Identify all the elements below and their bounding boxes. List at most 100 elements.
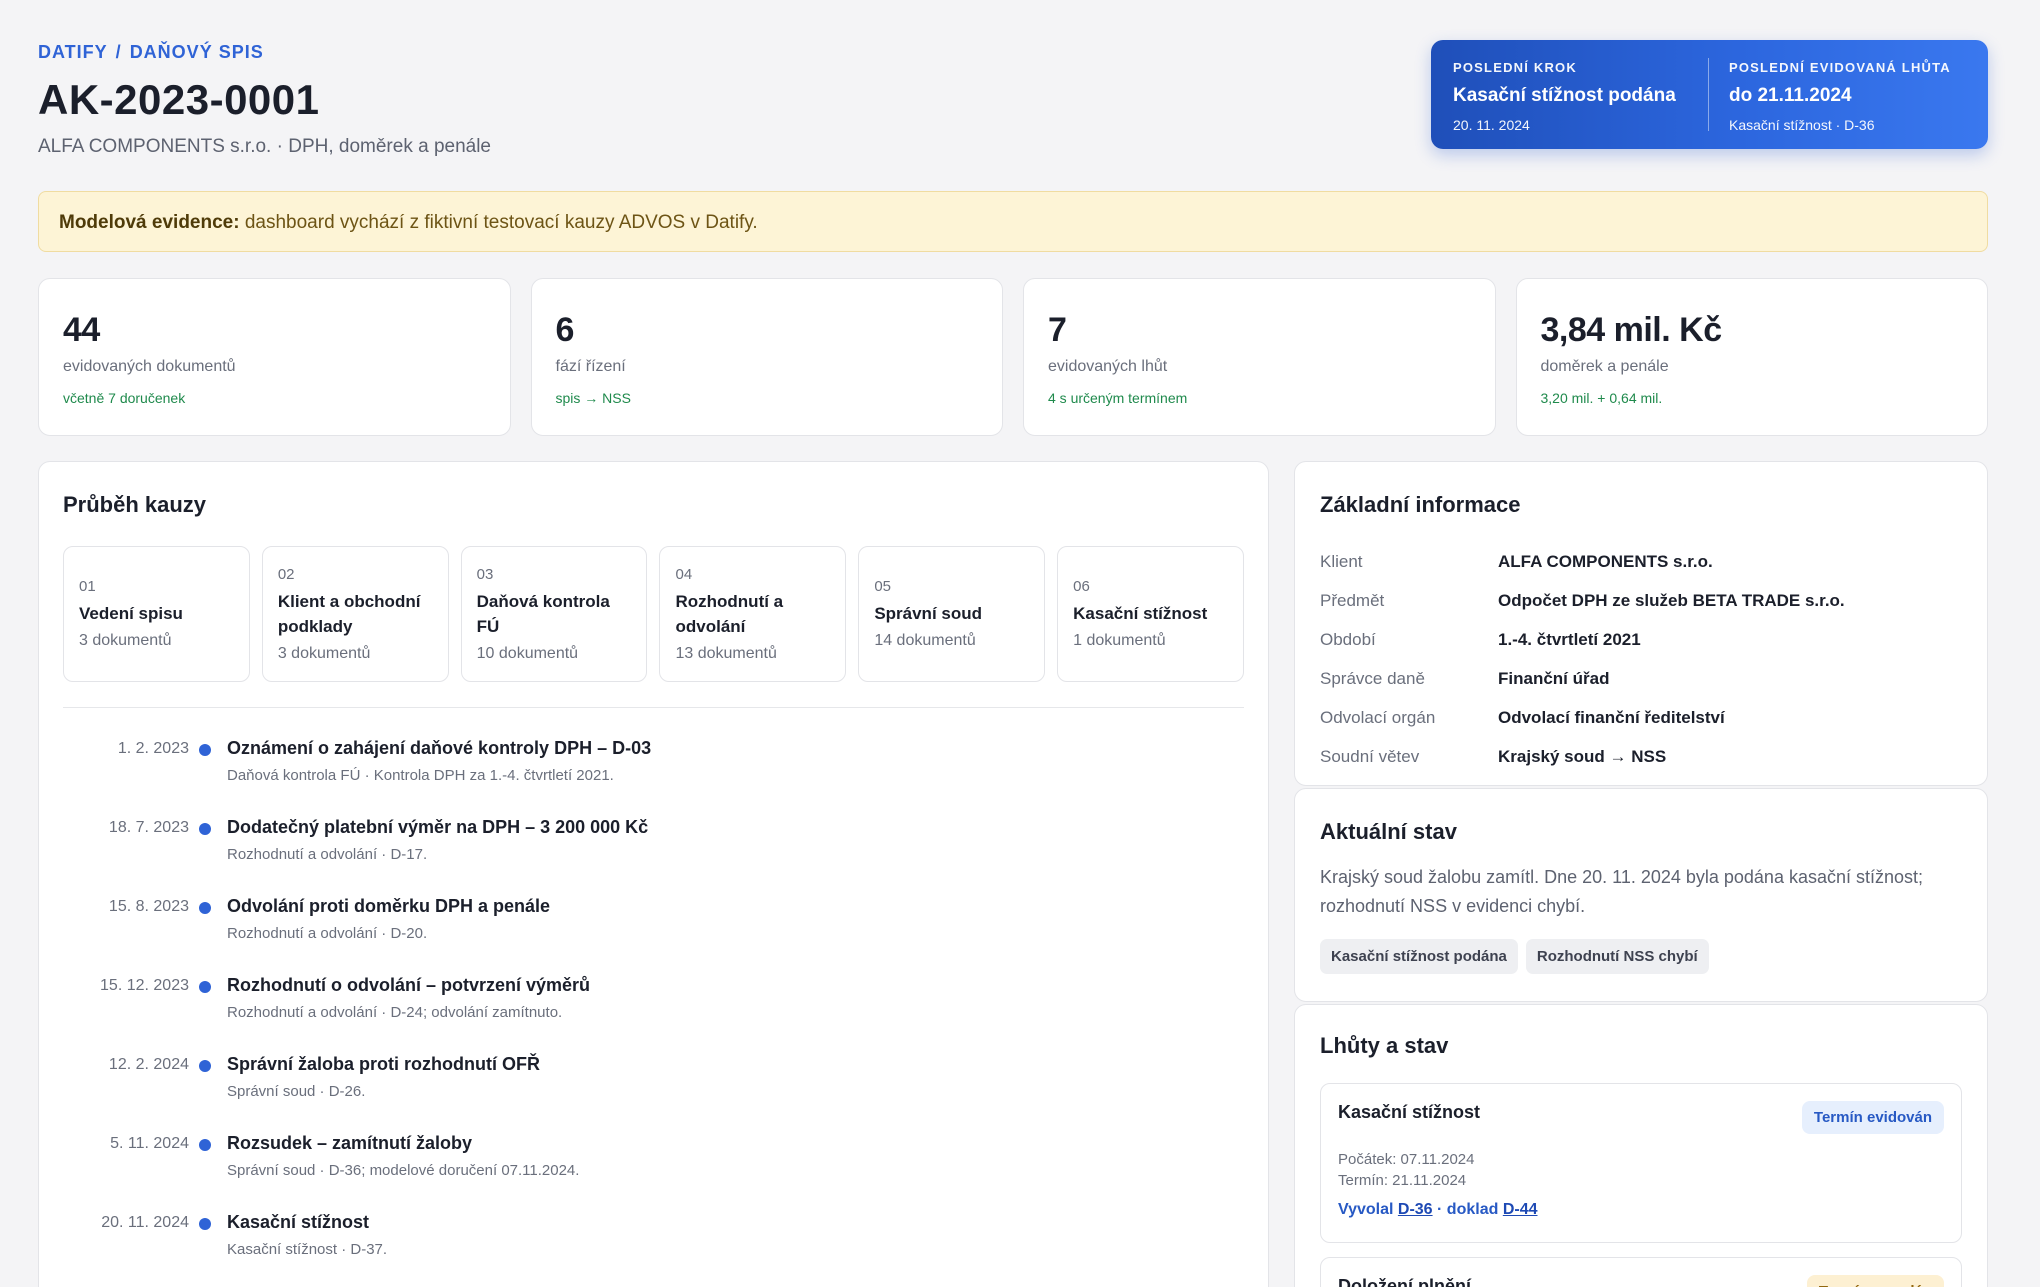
phase-card[interactable]: 04 Rozhodnutí a odvolání 13 dokumentů (659, 546, 847, 682)
info-row-period: Období 1.-4. čtvrtletí 2021 (1320, 620, 1962, 659)
phase-name: Vedení spisu (79, 604, 183, 623)
last-deadline-sub: Kasační stížnost · D-36 (1729, 117, 1875, 133)
event-date: 15. 8. 2023 (108, 898, 189, 915)
current-state-panel: Aktuální stav Krajský soud žalobu zamítl… (1294, 788, 1988, 1002)
event-date: 20. 11. 2024 (101, 1214, 189, 1231)
deadline-card: Doložení plnění Termín nezadán (1320, 1257, 1962, 1287)
phase-number: 04 (675, 565, 693, 583)
deadline-card: Kasační stížnost Termín evidován Počátek… (1320, 1083, 1962, 1243)
stat-note: 3,20 mil. + 0,64 mil. (1540, 390, 1663, 406)
panel-title: Aktuální stav (1320, 819, 1457, 844)
deadlines-panel: Lhůty a stav Kasační stížnost Termín evi… (1294, 1004, 1988, 1287)
case-progress-panel: Průběh kauzy 01 Vedení spisu 3 dokumentů… (38, 461, 1269, 1287)
stat-card-amount: 3,84 mil. Kč doměrek a penále 3,20 mil. … (1515, 278, 1988, 436)
event-date: 12. 2. 2024 (108, 1056, 189, 1073)
timeline-event[interactable]: 18. 7. 2023 Dodatečný platební výměr na … (63, 805, 1244, 884)
stat-label: fází řízení (555, 358, 626, 375)
stat-number: 6 (555, 311, 575, 349)
panel-title: Základní informace (1320, 492, 1521, 517)
phase-card[interactable]: 01 Vedení spisu 3 dokumentů (63, 546, 250, 682)
event-body: Správní žaloba proti rozhodnutí OFŘ Sprá… (227, 1054, 540, 1100)
phase-name: Klient a obchodní podklady (277, 591, 421, 636)
timeline-dot-icon (199, 823, 211, 835)
breadcrumb-current[interactable]: DAŇOVÝ SPIS (130, 42, 264, 62)
timeline-event[interactable]: 12. 2. 2024 Správní žaloba proti rozhodn… (63, 1042, 1244, 1121)
last-step-label: POSLEDNÍ KROK (1453, 60, 1577, 75)
event-date: 15. 12. 2023 (100, 977, 189, 994)
info-row-tax-admin: Správce daně Finanční úřad (1320, 659, 1962, 698)
info-key: Období (1320, 629, 1376, 649)
info-row-appeal-body: Odvolací orgán Odvolací finanční ředitels… (1320, 698, 1962, 737)
info-value: ALFA COMPONENTS s.r.o. (1498, 551, 1713, 571)
deadline-start: Počátek: 07.11.2024 (1338, 1151, 1475, 1168)
page: DATIFY / DAŇOVÝ SPIS AK-2023-0001 ALFA COM… (38, 0, 1988, 1287)
info-value: Odvolací finanční ředitelství (1498, 707, 1725, 727)
phase-count: 13 dokumentů (675, 644, 777, 662)
stat-label: evidovaných lhůt (1048, 358, 1168, 375)
status-chip: Rozhodnutí NSS chybí (1525, 939, 1709, 974)
last-step: POSLEDNÍ KROK Kasační stížnost podána 20… (1453, 58, 1690, 133)
state-text: Krajský soud žalobu zamítl. Dne 20. 11. … (1320, 867, 1924, 916)
event-description: Rozhodnutí a odvolání · D-20. (227, 925, 428, 942)
timeline-event[interactable]: 20. 11. 2024 Kasační stížnost Kasační st… (63, 1200, 1244, 1279)
timeline-dot-icon (199, 981, 211, 993)
last-step-date: 20. 11. 2024 (1453, 117, 1530, 133)
page-subtitle: ALFA COMPONENTS s.r.o. · DPH, doměrek a … (38, 136, 491, 157)
breadcrumb: DATIFY / DAŇOVÝ SPIS (38, 42, 264, 63)
info-row-subject: Předmět Odpočet DPH ze služeb BETA TRADE … (1320, 581, 1962, 620)
event-title: Oznámení o zahájení daňové kontroly DPH … (227, 738, 652, 758)
timeline-event[interactable]: 15. 12. 2023 Rozhodnutí o odvolání – pot… (63, 963, 1244, 1042)
notice-bold: Modelová evidence: (59, 212, 240, 233)
phase-card[interactable]: 03 Daňová kontrola FÚ 10 dokumentů (460, 546, 648, 682)
phase-number: 05 (874, 578, 891, 595)
stat-note: spis → NSS (555, 390, 631, 406)
phase-name: Daňová kontrola FÚ (476, 591, 610, 636)
breadcrumb-root[interactable]: DATIFY (38, 42, 108, 62)
phase-card[interactable]: 06 Kasační stížnost 1 dokumentů (1057, 546, 1244, 682)
model-notice: Modelová evidence: dashboard vychází z f… (38, 191, 1988, 252)
links-mid: · doklad (1432, 1201, 1503, 1218)
event-body: Rozhodnutí o odvolání – potvrzení výměrů… (227, 975, 590, 1021)
event-description: Rozhodnutí a odvolání · D-24; odvolání z… (227, 1004, 563, 1021)
event-title: Správní žaloba proti rozhodnutí OFŘ (227, 1054, 540, 1074)
timeline-event[interactable]: 15. 8. 2023 Odvolání proti doměrku DPH a… (63, 884, 1244, 963)
event-body: Dodatečný platební výměr na DPH – 3 200 … (227, 817, 648, 863)
panel-title: Průběh kauzy (63, 492, 207, 517)
phase-count: 3 dokumentů (277, 644, 371, 662)
last-deadline-value: do 21.11.2024 (1729, 85, 1852, 106)
phase-card[interactable]: 05 Správní soud 14 dokumentů (858, 546, 1046, 682)
event-description: Daňová kontrola FÚ · Kontrola DPH za 1.-… (227, 767, 614, 784)
last-step-value: Kasační stížnost podána (1453, 85, 1676, 106)
info-value: Odpočet DPH ze služeb BETA TRADE s.r.o. (1498, 590, 1845, 610)
event-description: Správní soud · D-26. (227, 1083, 366, 1100)
event-date: 5. 11. 2024 (110, 1135, 189, 1152)
event-description: Správní soud · D-36; modelové doručení 0… (227, 1162, 580, 1179)
event-title: Dodatečný platební výměr na DPH – 3 200 … (227, 817, 649, 837)
event-timeline: 1. 2. 2023 Oznámení o zahájení daňové ko… (63, 726, 1244, 1279)
panel-title: Lhůty a stav (1320, 1033, 1449, 1058)
phase-card[interactable]: 02 Klient a obchodní podklady 3 dokument… (261, 546, 449, 682)
page-title: AK-2023-0001 (38, 76, 320, 123)
phase-number: 02 (277, 565, 295, 583)
info-key: Soudní větev (1320, 746, 1420, 766)
info-row-client: Klient ALFA COMPONENTS s.r.o. (1320, 542, 1962, 581)
event-body: Kasační stížnost Kasační stížnost · D-37… (227, 1212, 387, 1258)
phase-count: 10 dokumentů (476, 644, 579, 662)
phase-list: 01 Vedení spisu 3 dokumentů 02 Klient a … (63, 546, 1244, 708)
event-date: 18. 7. 2023 (108, 819, 189, 836)
breadcrumb-separator: / (115, 42, 122, 62)
deadline-status-badge: Termín evidován (1801, 1101, 1944, 1134)
stat-note: včetně 7 doručenek (63, 390, 186, 406)
stat-cards: 44 evidovaných dokumentů včetně 7 doruče… (38, 278, 1988, 436)
timeline-dot-icon (199, 902, 211, 914)
timeline-event[interactable]: 1. 2. 2023 Oznámení o zahájení daňové ko… (63, 726, 1244, 805)
document-link-d36[interactable]: D-36 (1398, 1201, 1433, 1218)
info-value: Krajský soud → NSS (1498, 746, 1667, 766)
info-value: Finanční úřad (1498, 668, 1610, 688)
info-key: Odvolací orgán (1320, 707, 1436, 727)
status-chip: Kasační stížnost podána (1320, 939, 1518, 974)
stat-number: 3,84 mil. Kč (1540, 311, 1723, 349)
timeline-event[interactable]: 5. 11. 2024 Rozsudek – zamítnutí žaloby … (63, 1121, 1244, 1200)
document-link-d44[interactable]: D-44 (1503, 1201, 1538, 1218)
phase-name: Rozhodnutí a odvolání (675, 591, 784, 636)
